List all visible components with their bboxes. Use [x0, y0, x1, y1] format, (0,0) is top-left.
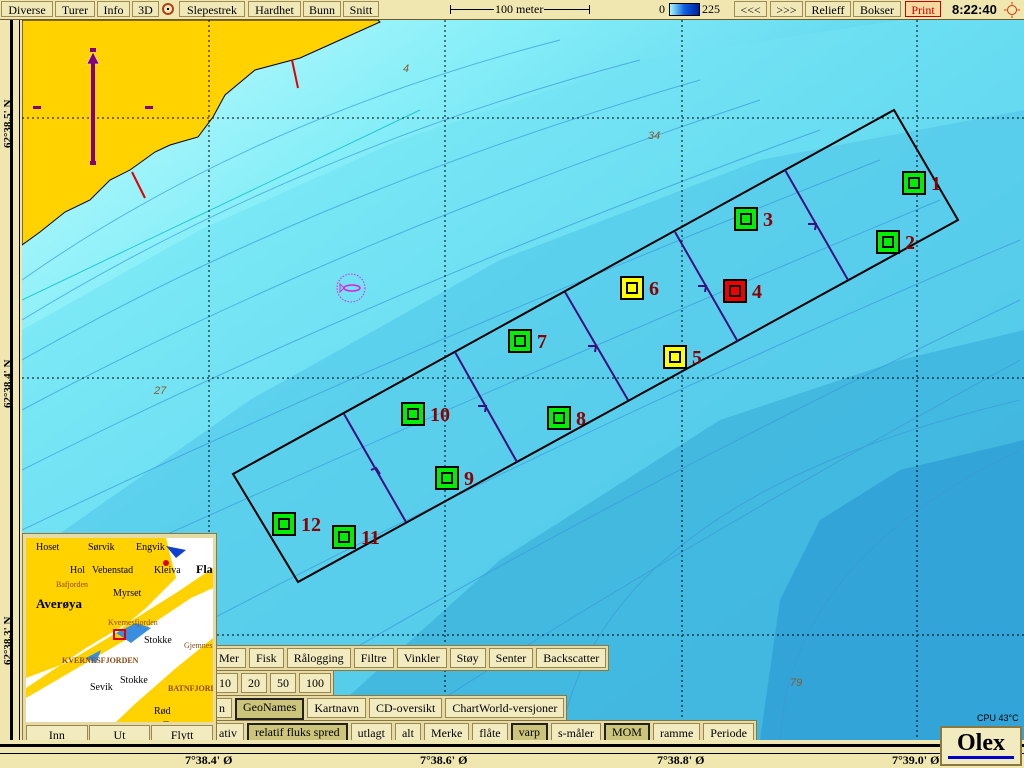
brand-label: Olex [957, 730, 1005, 756]
print-button[interactable]: Print [905, 1, 941, 17]
place-label: Sevik [90, 682, 113, 693]
place-label: Averøya [36, 596, 82, 611]
place-label: Stokke [120, 675, 148, 686]
depth-sounding: 79 [790, 677, 803, 689]
toggle-filtre[interactable]: Filtre [353, 648, 394, 668]
place-label: Sørvik [88, 542, 115, 553]
waypoint-4[interactable]: 4 [723, 279, 762, 303]
toggle-20[interactable]: 20 [241, 673, 267, 693]
place-label: Vebenstad [92, 565, 134, 576]
waypoint-label: 7 [537, 331, 547, 353]
toggle-senter[interactable]: Senter [488, 648, 534, 668]
waypoint-8[interactable]: 8 [547, 406, 586, 430]
lon-label: 7°38.6' Ø [420, 753, 468, 767]
place-label: KVERNESFJORDEN [62, 656, 139, 665]
depth-sounding: 4 [403, 63, 410, 75]
toggle-chartworld-versjoner[interactable]: ChartWorld-versjoner [445, 698, 565, 718]
cpu-temperature: CPU 43°C [977, 713, 1019, 723]
waypoint-label: 8 [576, 408, 586, 430]
bokser-button[interactable]: Bokser [853, 1, 901, 17]
toggle-fisk[interactable]: Fisk [249, 648, 284, 668]
toggle-100[interactable]: 100 [299, 673, 331, 693]
toggle-cd-oversikt[interactable]: CD-oversikt [368, 698, 443, 718]
3d-button[interactable]: 3D [132, 1, 159, 17]
nav-prev-button[interactable]: <<< [734, 1, 767, 17]
lat-label: 62°38.3' N [2, 616, 14, 665]
depth-max-label: 225 [702, 2, 720, 16]
toggle-støy[interactable]: Støy [449, 648, 486, 668]
relieff-button[interactable]: Relieff [805, 1, 851, 17]
place-label: Fla [196, 562, 213, 576]
waypoint-label: 2 [905, 232, 915, 254]
info-button[interactable]: Info [97, 1, 130, 17]
depth-min-label: 0 [659, 2, 665, 16]
overview-map-view[interactable]: Hoset Sørvik Engvik Hol Vebenstad Kleiva… [26, 538, 213, 722]
lon-label: 7°38.8' Ø [657, 753, 705, 767]
toggle-vinkler[interactable]: Vinkler [396, 648, 447, 668]
olex-logo[interactable]: Olex [940, 726, 1022, 766]
toggle-50[interactable]: 50 [270, 673, 296, 693]
lon-label: 7°38.4' Ø [185, 753, 233, 767]
waypoint-6[interactable]: 6 [620, 276, 659, 300]
diverse-button[interactable]: Diverse [1, 1, 53, 17]
toggle-rålogging[interactable]: Rålogging [286, 648, 351, 668]
place-label: Engvik [136, 542, 165, 553]
depth-sounding: 34 [648, 130, 661, 142]
waypoint-5[interactable]: 5 [663, 345, 702, 369]
nav-next-button[interactable]: >>> [770, 1, 803, 17]
place-label: Hoset [36, 542, 60, 553]
scale-bar: 100 meter [450, 2, 590, 17]
waypoint-1[interactable]: 1 [902, 171, 941, 195]
place-label: Rød [154, 706, 171, 717]
waypoint-label: 1 [931, 173, 941, 195]
panel-row-3: n GeoNames Kartnavn CD-oversikt ChartWorld-v… [209, 695, 568, 723]
waypoint-label: 5 [692, 347, 702, 369]
top-toolbar: Diverse Turer Info 3D Slepestrek Hardhet… [0, 0, 1024, 20]
waypoint-label: 11 [361, 527, 380, 549]
longitude-ruler: 7°38.4' Ø 7°38.6' Ø 7°38.8' Ø 7°39.0' Ø [0, 740, 1024, 768]
toggle-backscatter[interactable]: Backscatter [536, 648, 607, 668]
turer-button[interactable]: Turer [55, 1, 95, 17]
toggle-kartnavn[interactable]: Kartnavn [307, 698, 366, 718]
waypoint-9[interactable]: 9 [435, 466, 474, 490]
lat-label: 62°38.4' N [2, 359, 14, 408]
scale-label: 100 meter [494, 2, 545, 17]
overview-map: Hoset Sørvik Engvik Hol Vebenstad Kleiva… [22, 533, 217, 748]
waypoint-label: 10 [430, 404, 450, 426]
waypoint-2[interactable]: 2 [876, 230, 915, 254]
snitt-button[interactable]: Snitt [343, 1, 379, 17]
slepestrek-button[interactable]: Slepestrek [179, 1, 245, 17]
waypoint-label: 3 [763, 209, 773, 231]
sun-icon[interactable] [1004, 2, 1020, 18]
panel-row-1: Mer Fisk Rålogging Filtre Vinkler Støy Senter B… [209, 645, 610, 671]
place-label: Øre [162, 720, 177, 722]
waypoint-3[interactable]: 3 [734, 207, 773, 231]
clock: 8:22:40 [952, 2, 997, 17]
depth-sounding: 27 [154, 385, 167, 397]
target-icon[interactable] [162, 3, 174, 15]
place-label: Myrset [113, 588, 142, 599]
lat-label: 62°38.5' N [2, 99, 14, 148]
place-label: Bafjorden [56, 580, 88, 589]
bunn-button[interactable]: Bunn [303, 1, 341, 17]
waypoint-label: 9 [464, 468, 474, 490]
latitude-ruler: 62°38.5' N 62°38.4' N 62°38.3' N [0, 20, 22, 768]
place-label: BATNFJORD [168, 684, 213, 693]
toggle-mer[interactable]: Mer [212, 648, 246, 668]
hardhet-button[interactable]: Hardhet [248, 1, 301, 17]
depth-color-scale [669, 3, 700, 16]
place-label: Kleiva [154, 565, 181, 576]
panel-row-2: 10 20 50 100 [209, 670, 334, 696]
toggle-geonames[interactable]: GeoNames [235, 698, 305, 720]
place-label: Gjemnes [184, 641, 213, 650]
place-label: Kvernesfjorden [108, 618, 158, 627]
waypoint-label: 4 [752, 281, 762, 303]
lon-label: 7°39.0' Ø [892, 753, 940, 767]
waypoint-7[interactable]: 7 [508, 329, 547, 353]
place-label: Hol [70, 565, 85, 576]
waypoint-label: 6 [649, 278, 659, 300]
place-label: Stokke [144, 635, 172, 646]
waypoint-label: 12 [301, 514, 321, 536]
